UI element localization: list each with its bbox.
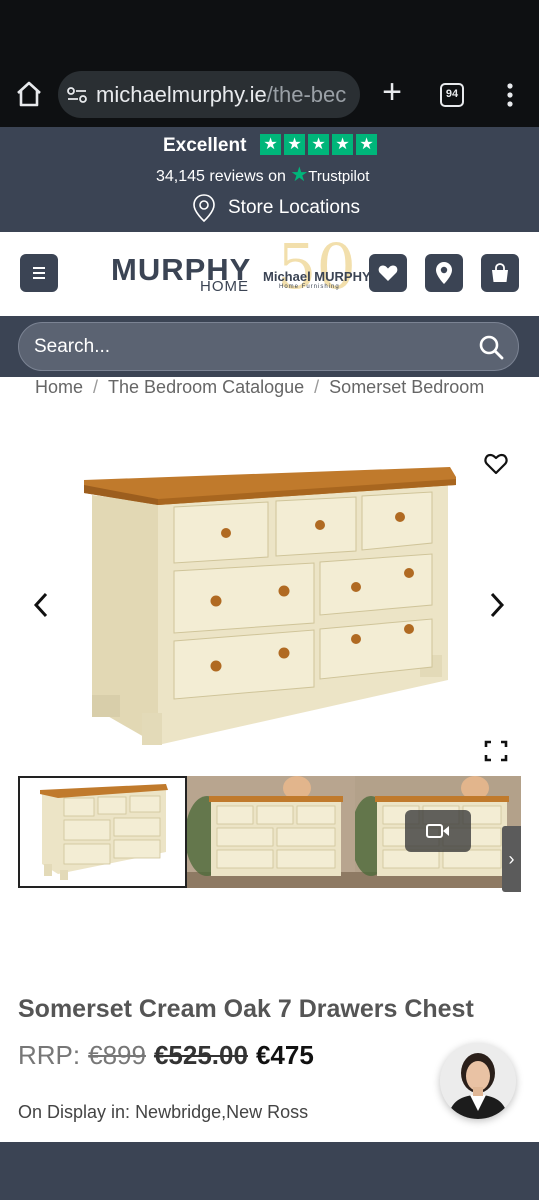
trust-reviews[interactable]: 34,145 reviews on ★Trustpilot [156,162,369,187]
home-icon[interactable] [14,79,44,109]
trustpilot-star-icon: ★ [290,164,309,186]
new-tab-button[interactable]: + [376,75,408,109]
product-title: Somerset Cream Oak 7 Drawers Chest [18,995,474,1023]
trustpilot-name: Trustpilot [308,168,370,185]
site-header: MURPHY HOME 50 Michael MURPHY Home Furni… [0,230,539,316]
store-locations-link[interactable]: Store Locations [190,193,360,223]
breadcrumb-catalogue[interactable]: The Bedroom Catalogue [108,377,304,401]
on-display-locations: Newbridge,New Ross [135,1102,309,1122]
logo-sub: HOME [200,278,249,295]
star-icon: ★ [260,134,281,155]
trust-rating-label: Excellent [163,135,247,156]
anniversary-tagline: Home Furnishing [279,284,340,290]
room-thumbnail-image [187,776,355,888]
location-pin-icon [436,262,452,284]
breadcrumb-home[interactable]: Home [35,377,83,401]
breadcrumb-separator: / [93,377,99,397]
shopping-bag-icon [492,263,508,282]
on-display-label: On Display in: [18,1102,131,1122]
thumbnail-2[interactable] [187,776,355,888]
product-main-image[interactable] [70,455,470,750]
anniversary-logo: 50 Michael MURPHY Home Furnishing [263,230,371,310]
sale-price: €475 [255,1040,314,1070]
star-icon: ★ [284,134,305,155]
chest-thumbnail-image [40,784,168,880]
browser-toolbar: michaelmurphy.ie/the-bec + 94 [0,0,539,127]
url-domain: michaelmurphy.ie [96,82,267,107]
thumbnail-1[interactable] [18,776,187,888]
more-menu-icon[interactable] [498,80,522,110]
star-icon: ★ [356,134,377,155]
url-path: /the-bec [266,82,347,107]
anniversary-number: 50 [277,230,356,303]
video-camera-icon [426,824,449,838]
agent-avatar-image [440,1043,516,1119]
wishlist-button[interactable] [369,254,407,292]
rrp-label: RRP: [18,1040,81,1070]
location-pin-icon [193,194,215,223]
site-settings-icon[interactable] [66,84,88,106]
live-chat-avatar[interactable] [440,1043,516,1119]
thumbnail-3-video[interactable] [355,776,521,888]
trust-stars: ★ ★ ★ ★ ★ [260,134,377,155]
store-locations-label: Store Locations [228,197,361,218]
thumbnail-next-button[interactable]: › [502,826,521,892]
search-band: Search... [0,316,539,377]
trustpilot-bar: Excellent ★ ★ ★ ★ ★ 34,145 reviews on ★T… [0,127,539,232]
price-row: RRP: €899 €525.00 €475 [18,1040,314,1074]
footer-bar [0,1142,539,1200]
thumbnail-strip [18,776,521,888]
address-bar[interactable]: michaelmurphy.ie/the-bec [58,71,360,118]
breadcrumb-range[interactable]: Somerset Bedroom [329,377,484,401]
reviews-count: 34,145 reviews on [156,168,286,185]
video-play-badge[interactable] [405,810,471,852]
search-input[interactable]: Search... [18,322,519,371]
rrp-price: €899 [88,1040,146,1070]
search-placeholder: Search... [34,336,111,357]
search-icon[interactable] [478,334,504,360]
fullscreen-expand-icon[interactable] [484,740,508,762]
next-image-arrow-icon[interactable] [486,590,508,620]
store-finder-button[interactable] [425,254,463,292]
heart-icon [378,265,398,281]
on-display-info: On Display in: Newbridge,New Ross [18,1102,308,1123]
previous-image-arrow-icon[interactable] [30,590,52,620]
breadcrumb-separator: / [314,377,320,397]
anniversary-name: Michael MURPHY [263,269,371,284]
menu-button[interactable] [20,254,58,292]
add-to-wishlist-icon[interactable] [484,453,508,475]
star-icon: ★ [332,134,353,155]
star-icon: ★ [308,134,329,155]
tab-switcher-button[interactable]: 94 [440,83,464,107]
cart-button[interactable] [481,254,519,292]
was-price: €525.00 [153,1040,248,1070]
breadcrumb: Home / The Bedroom Catalogue / Somerset … [35,377,484,401]
